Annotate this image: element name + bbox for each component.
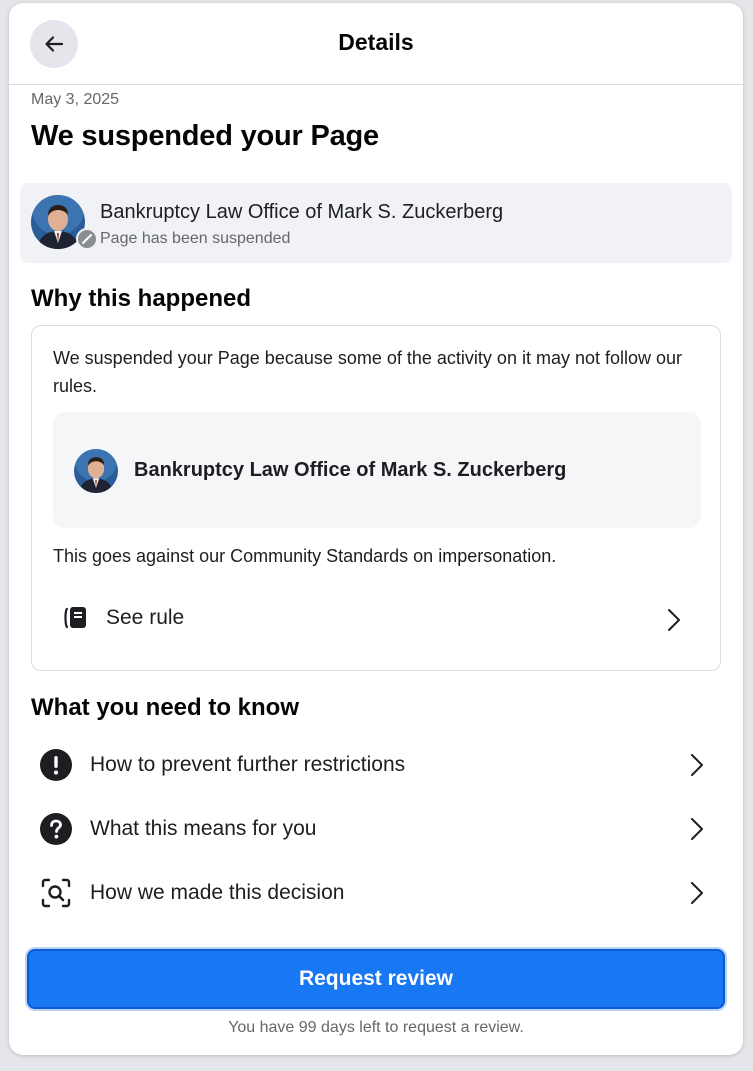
chevron-right-icon — [668, 609, 680, 631]
prevent-restrictions-label: How to prevent further restrictions — [90, 753, 406, 776]
page-summary[interactable]: Bankruptcy Law Office of Mark S. Zuckerb… — [20, 183, 732, 263]
suspended-badge-icon — [76, 228, 98, 250]
why-explanation: We suspended your Page because some of t… — [53, 348, 683, 396]
chevron-right-icon — [691, 754, 703, 776]
days-left-text: You have 99 days left to request a revie… — [228, 1019, 524, 1036]
see-rule-button[interactable]: See rule — [32, 588, 722, 650]
question-circle-icon — [40, 813, 72, 845]
how-we-decided-item[interactable]: How we made this decision — [31, 862, 721, 924]
request-review-button[interactable]: Request review — [27, 949, 725, 1009]
header: Details — [9, 3, 743, 85]
know-heading: What you need to know — [31, 694, 299, 721]
why-heading: Why this happened — [31, 285, 252, 312]
why-section: We suspended your Page because some of t… — [31, 325, 721, 671]
chevron-right-icon — [691, 818, 703, 840]
standards-text: This goes against our Community Standard… — [53, 546, 557, 566]
page-status: Page has been suspended — [100, 230, 291, 247]
rulebook-icon — [64, 607, 86, 629]
affected-page-avatar — [74, 449, 118, 493]
prevent-restrictions-item[interactable]: How to prevent further restrictions — [31, 734, 721, 796]
what-this-means-item[interactable]: What this means for you — [31, 798, 721, 860]
affected-page-name: Bankruptcy Law Office of Mark S. Zuckerb… — [134, 459, 567, 481]
how-we-decided-label: How we made this decision — [90, 881, 345, 904]
notice-date: May 3, 2025 — [31, 91, 120, 108]
header-title: Details — [338, 29, 414, 55]
exclamation-circle-icon — [40, 749, 72, 781]
magnify-scan-icon — [41, 878, 71, 908]
affected-page-card: Bankruptcy Law Office of Mark S. Zuckerb… — [53, 412, 701, 528]
chevron-right-icon — [691, 882, 703, 904]
details-panel: Details May 3, 2025 We suspended your Pa… — [9, 3, 743, 1055]
what-this-means-label: What this means for you — [90, 817, 317, 840]
see-rule-label: See rule — [106, 606, 185, 629]
notice-title: We suspended your Page — [31, 120, 379, 152]
page-name: Bankruptcy Law Office of Mark S. Zuckerb… — [100, 201, 504, 223]
